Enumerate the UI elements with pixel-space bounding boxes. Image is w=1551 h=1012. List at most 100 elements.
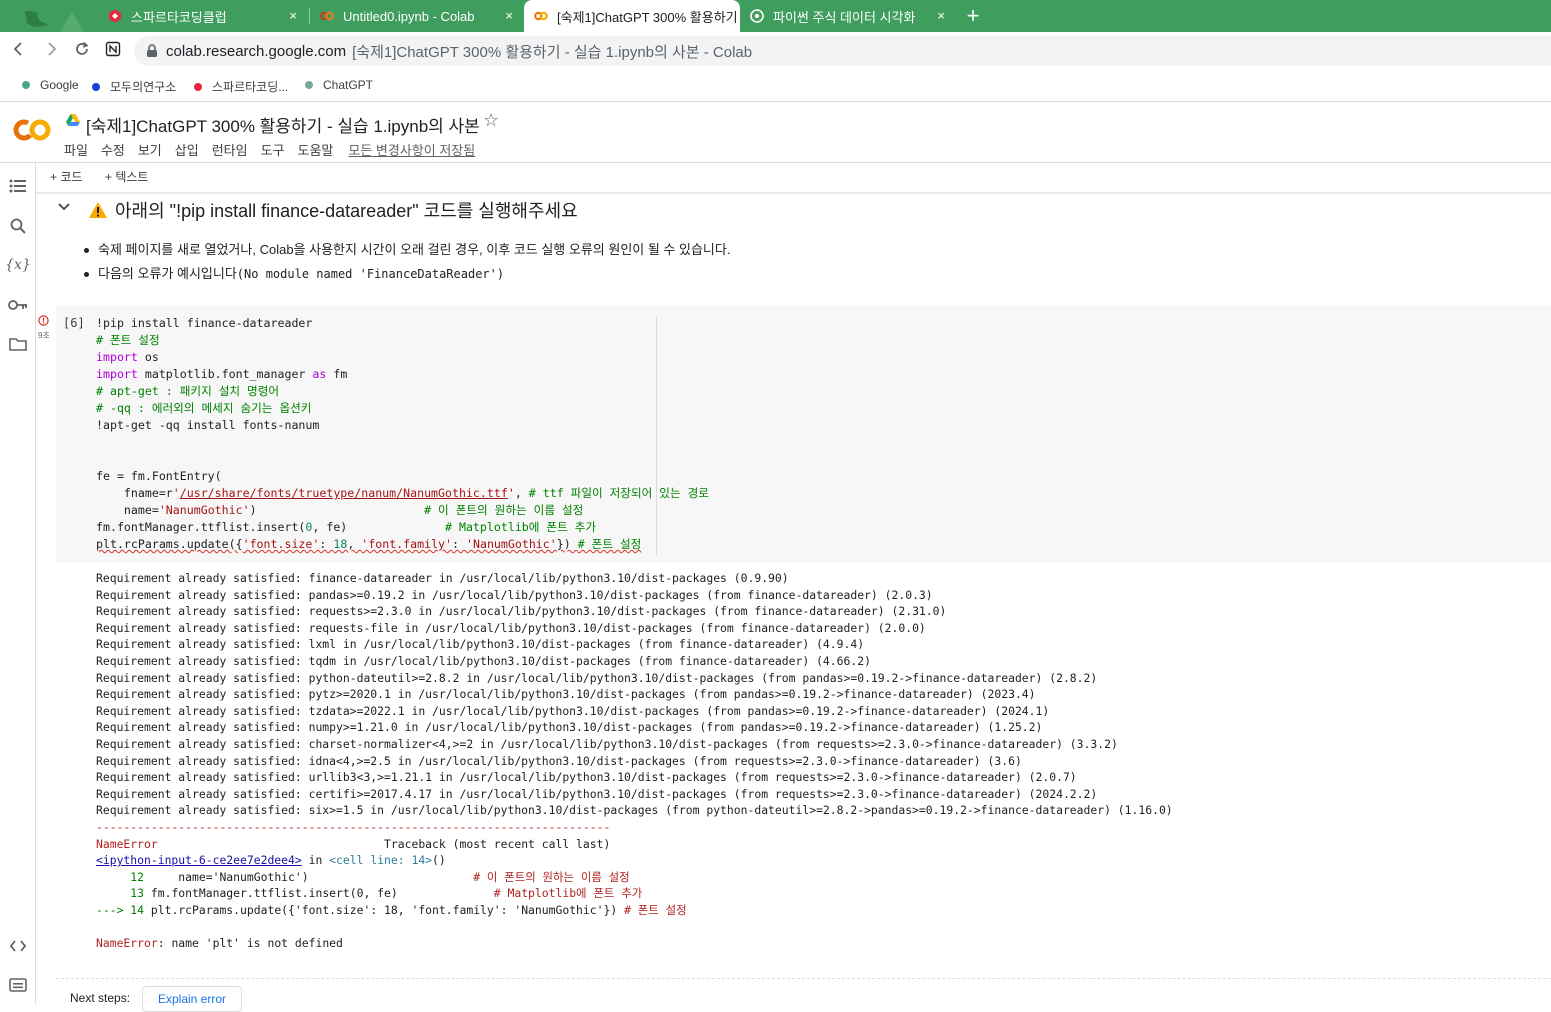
section-heading: 아래의 "!pip install finance-datareader" 코드… [88, 197, 578, 223]
tab-untitled0[interactable]: Untitled0.ipynb - Colab × [310, 0, 522, 32]
add-code-cell-button[interactable]: + 코드 [50, 168, 82, 185]
menu-edit[interactable]: 수정 [101, 140, 125, 159]
menu-runtime[interactable]: 런타임 [212, 140, 248, 159]
code-token: !apt-get -qq install fonts-nanum [96, 418, 320, 432]
code-token: 'NanumGothic' [466, 537, 557, 551]
list-item: 다음의 오류가 예시입니다(No module named 'FinanceDa… [80, 262, 730, 286]
code-token: 12 [96, 869, 151, 884]
cell-error-status[interactable]: 9초 [38, 313, 52, 340]
pip-output-line: Requirement already satisfied: tzdata>=2… [96, 703, 1050, 718]
pip-output-line: Requirement already satisfied: requests>… [96, 604, 947, 619]
code-token: # Matplotlib에 폰트 추가 [445, 520, 597, 534]
menu-tools[interactable]: 도구 [261, 140, 285, 159]
traceback-divider: ----------------------------------------… [96, 819, 611, 834]
code-editor-text[interactable]: !pip install finance-datareader # 폰트 설정 … [96, 315, 709, 553]
back-button[interactable] [8, 40, 30, 62]
star-icon[interactable]: ☆ [483, 110, 499, 131]
save-status-link[interactable]: 모든 변경사항이 저장됨 [348, 140, 475, 159]
bookmark-dot-icon [92, 82, 100, 91]
variables-icon[interactable]: {x} [5, 254, 31, 276]
traceback-label: Traceback (most recent call last) [157, 836, 611, 851]
code-token: 18 [333, 537, 348, 551]
code-token: : [452, 537, 466, 551]
code-token: name= [96, 503, 159, 517]
add-text-cell-button[interactable]: + 텍스트 [105, 168, 148, 185]
tab-sparta[interactable]: 스파르타코딩클럽 × [98, 0, 306, 32]
chrome-theme-bird-icon [24, 10, 84, 32]
code-token: plt.rcParams.update({'font.size': 18, 'f… [96, 537, 641, 551]
code-token: os [137, 350, 159, 364]
code-token: matplotlib.font_manager [137, 367, 313, 381]
code-token: fm [326, 367, 348, 381]
code-token: # Matplotlib에 폰트 추가 [493, 886, 643, 901]
address-domain: colab.research.google.com [166, 42, 347, 60]
tab-label: [숙제1]ChatGPT 300% 활용하기 - 실습 1.ipynb의 사본 … [557, 9, 740, 25]
inline-code: (No module named 'FinanceDataReader') [236, 267, 505, 281]
menu-view[interactable]: 보기 [138, 140, 162, 159]
pip-output-line: Requirement already satisfied: tqdm in /… [96, 653, 871, 668]
google-drive-icon[interactable] [66, 114, 80, 127]
code-token: ---> 14 [96, 902, 151, 917]
bookmark-label: Google [40, 78, 79, 92]
address-page-title: [숙제1]ChatGPT 300% 활용하기 - 실습 1.ipynb의 사본 … [352, 43, 753, 61]
command-palette-icon[interactable] [7, 974, 29, 996]
bookmark-google[interactable]: Google [22, 78, 79, 92]
colab-icon [320, 9, 334, 23]
ipython-input-link[interactable]: <ipython-input-6-ce2ee7e2dee4> [96, 853, 302, 867]
notion-extension-button[interactable] [102, 40, 124, 62]
menu-file[interactable]: 파일 [64, 140, 88, 159]
forward-button[interactable] [40, 40, 62, 62]
close-tab-icon[interactable]: × [937, 9, 945, 23]
execution-count: [6] [63, 316, 85, 330]
menu-bar: 파일 수정 보기 삽입 런타임 도구 도움말 모든 변경사항이 저장됨 [64, 140, 488, 159]
address-bar[interactable]: colab.research.google.com [숙제1]ChatGPT 3… [134, 36, 1551, 66]
explain-error-button[interactable]: Explain error [142, 986, 242, 1012]
list-item-text: 다음의 오류가 예시입니다 [98, 266, 237, 281]
table-of-contents-icon[interactable] [7, 175, 29, 197]
code-token: ' [172, 486, 180, 500]
code-token: 'NanumGothic' [158, 503, 250, 517]
code-token: as [312, 367, 327, 381]
warning-icon [89, 202, 107, 218]
menu-help[interactable]: 도움말 [298, 140, 334, 159]
close-tab-icon[interactable]: × [505, 9, 513, 23]
pip-output-line: Requirement already satisfied: requests-… [96, 620, 926, 635]
code-snippets-icon[interactable] [7, 935, 29, 957]
new-tab-button[interactable]: + [960, 3, 986, 29]
browser-toolbar: colab.research.google.com [숙제1]ChatGPT 3… [0, 32, 1551, 70]
tab-label: 스파르타코딩클럽 [131, 9, 227, 25]
pip-output-line: Requirement already satisfied: python-da… [96, 670, 1098, 685]
chevron-down-icon[interactable] [56, 198, 72, 214]
tab-chatgpt[interactable]: 파이썬 주식 데이터 시각화 × [740, 0, 954, 32]
menu-insert[interactable]: 삽입 [175, 140, 199, 159]
reload-button[interactable] [71, 40, 93, 62]
bookmark-label: ChatGPT [323, 78, 374, 92]
final-error-type: NameError [96, 936, 158, 951]
notebook-title[interactable]: [숙제1]ChatGPT 300% 활용하기 - 실습 1.ipynb의 사본 [86, 112, 480, 137]
sparta-icon [108, 9, 122, 23]
code-token: fm.fontManager.ttflist.insert( [96, 520, 306, 534]
code-token: import [96, 367, 138, 381]
list-item: 숙제 페이지를 새로 열었거나, Colab을 사용한지 시간이 오래 걸린 경… [80, 238, 730, 262]
bookmark-modulabs[interactable]: 모두의연구소 [92, 78, 176, 95]
code-token: # apt-get : 패키지 설치 명령어 [96, 384, 280, 398]
secrets-key-icon[interactable] [7, 294, 29, 316]
code-token: ' [507, 486, 515, 500]
reload-icon [76, 41, 89, 55]
error-icon [38, 315, 49, 326]
search-icon[interactable] [7, 215, 29, 237]
folder-icon[interactable] [7, 333, 29, 355]
colab-icon [534, 9, 548, 23]
notion-icon [105, 41, 121, 57]
code-token: fe = fm.FontEntry( [96, 469, 222, 483]
code-token: import [96, 350, 138, 364]
code-token: # 폰트 설정 [577, 537, 642, 551]
tab-active-notebook[interactable]: [숙제1]ChatGPT 300% 활용하기 - 실습 1.ipynb의 사본 … [524, 0, 740, 32]
bookmark-sparta[interactable]: 스파르타코딩... [194, 78, 288, 95]
close-tab-icon[interactable]: × [289, 9, 297, 23]
bookmark-chatgpt[interactable]: ChatGPT [305, 78, 373, 92]
code-token: # 이 폰트의 원하는 이름 설정 [424, 503, 584, 517]
next-steps-label: Next steps: [70, 991, 131, 1005]
colab-logo-icon[interactable] [12, 116, 52, 144]
pip-output-line: Requirement already satisfied: idna<4,>=… [96, 753, 1022, 768]
